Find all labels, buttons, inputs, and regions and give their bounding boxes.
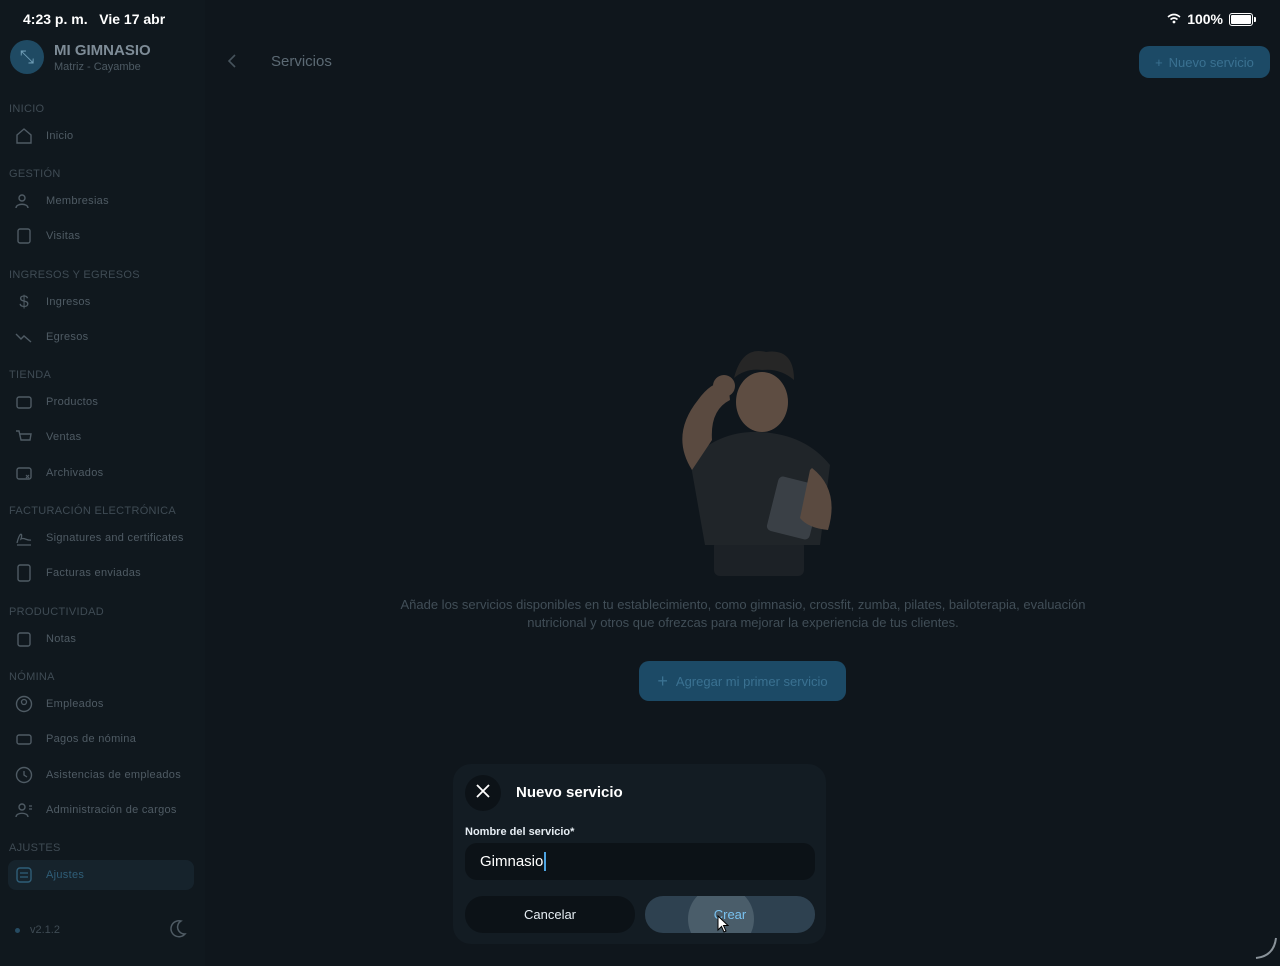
store-icon bbox=[14, 392, 34, 412]
archive-icon bbox=[14, 463, 34, 483]
signature-icon bbox=[14, 528, 34, 548]
create-button[interactable]: Crear bbox=[645, 896, 815, 933]
sidebar-item-signatures[interactable]: Signatures and certificates bbox=[8, 523, 194, 553]
close-button[interactable] bbox=[465, 775, 501, 811]
sidebar-item-label: Visitas bbox=[46, 230, 81, 242]
sidebar-item-empleados[interactable]: Empleados bbox=[8, 689, 194, 719]
section-tienda: TIENDA bbox=[9, 369, 52, 381]
clock-icon bbox=[14, 765, 34, 785]
resize-handle-icon bbox=[1254, 936, 1278, 965]
section-nomina: NÓMINA bbox=[9, 671, 55, 683]
payroll-icon bbox=[14, 729, 34, 749]
sidebar-item-label: Asistencias de empleados bbox=[46, 769, 181, 781]
status-time: 4:23 p. m. Vie 17 abr bbox=[23, 11, 165, 27]
plus-icon: + bbox=[1155, 54, 1163, 70]
service-name-value: Gimnasio bbox=[480, 853, 544, 870]
users-icon bbox=[14, 191, 34, 211]
section-facturacion: FACTURACIÓN ELECTRÓNICA bbox=[9, 505, 177, 517]
sidebar-item-label: Archivados bbox=[46, 467, 104, 479]
sidebar-item-cargos[interactable]: Administración de cargos bbox=[8, 795, 194, 825]
sidebar-item-facturas[interactable]: Facturas enviadas bbox=[8, 558, 194, 588]
home-icon bbox=[14, 126, 34, 146]
sidebar: ⤡ MI GIMNASIO Matriz - Cayambe INICIO In… bbox=[0, 0, 205, 966]
sidebar-item-label: Membresias bbox=[46, 195, 109, 207]
back-icon[interactable] bbox=[224, 52, 242, 75]
add-first-service-label: Agregar mi primer servicio bbox=[675, 673, 828, 689]
sidebar-item-inicio[interactable]: Inicio bbox=[8, 121, 194, 151]
section-ajustes: AJUSTES bbox=[9, 842, 61, 854]
brand-subtitle: Matriz - Cayambe bbox=[54, 60, 141, 73]
sidebar-item-label: Ventas bbox=[46, 431, 82, 443]
mouse-pointer-icon bbox=[717, 914, 730, 938]
section-productividad: PRODUCTIVIDAD bbox=[9, 606, 104, 618]
invoice-icon bbox=[14, 563, 34, 583]
close-icon bbox=[475, 783, 491, 804]
sidebar-item-membresias[interactable]: Membresias bbox=[8, 186, 194, 216]
section-inicio: INICIO bbox=[9, 103, 45, 115]
add-first-service-button[interactable]: + Agregar mi primer servicio bbox=[639, 661, 846, 701]
brand-name: MI GIMNASIO bbox=[54, 41, 151, 59]
visits-icon bbox=[14, 226, 34, 246]
trend-down-icon bbox=[14, 327, 34, 347]
sidebar-item-archivados[interactable]: Archivados bbox=[8, 458, 194, 488]
service-name-label: Nombre del servicio* bbox=[465, 826, 575, 838]
plus-icon: + bbox=[657, 670, 668, 691]
app-version: v2.1.2 bbox=[15, 924, 60, 936]
sidebar-item-label: Ajustes bbox=[46, 869, 85, 881]
battery-percentage: 100% bbox=[1187, 11, 1223, 27]
status-right: 100% bbox=[1167, 11, 1256, 27]
user-circle-icon bbox=[14, 694, 34, 714]
battery-cap bbox=[1254, 16, 1256, 22]
page-title: Servicios bbox=[271, 53, 332, 70]
version-label: v2.1.2 bbox=[30, 924, 60, 936]
sidebar-item-label: Signatures and certificates bbox=[46, 532, 184, 544]
cart-icon bbox=[14, 427, 34, 447]
sidebar-item-ajustes[interactable]: Ajustes bbox=[8, 860, 194, 890]
sidebar-item-label: Inicio bbox=[46, 130, 74, 142]
sidebar-item-notas[interactable]: Notas bbox=[8, 624, 194, 654]
gym-mascot-illustration bbox=[650, 340, 850, 585]
status-dot bbox=[15, 927, 20, 933]
service-name-input[interactable]: Gimnasio bbox=[465, 843, 815, 880]
sidebar-item-visitas[interactable]: Visitas bbox=[8, 221, 194, 251]
moon-icon[interactable] bbox=[166, 918, 188, 945]
empty-state-description: Añade los servicios disponibles en tu es… bbox=[400, 597, 1086, 630]
notes-icon bbox=[14, 629, 34, 649]
sidebar-item-label: Ingresos bbox=[46, 296, 91, 308]
status-bar: 4:23 p. m. Vie 17 abr 100% bbox=[0, 0, 1280, 36]
section-ingresos-egresos: INGRESOS Y EGRESOS bbox=[9, 269, 140, 281]
dollar-icon: $ bbox=[19, 292, 29, 311]
brand[interactable]: ⤡ MI GIMNASIO Matriz - Cayambe bbox=[10, 40, 151, 74]
cancel-button[interactable]: Cancelar bbox=[465, 896, 635, 933]
wifi-icon bbox=[1167, 11, 1181, 27]
sidebar-item-label: Administración de cargos bbox=[46, 804, 177, 816]
section-gestion: GESTIÓN bbox=[9, 168, 61, 180]
battery-icon bbox=[1229, 12, 1253, 26]
sidebar-item-ingresos[interactable]: $ Ingresos bbox=[8, 287, 194, 317]
sidebar-item-label: Pagos de nómina bbox=[46, 733, 137, 745]
status-date-text: Vie 17 abr bbox=[99, 11, 166, 27]
dumbbell-icon: ⤡ bbox=[10, 40, 44, 74]
sidebar-item-productos[interactable]: Productos bbox=[8, 387, 194, 417]
sidebar-item-ventas[interactable]: Ventas bbox=[8, 422, 194, 452]
sidebar-item-label: Empleados bbox=[46, 698, 104, 710]
sidebar-item-pagos-nomina[interactable]: Pagos de nómina bbox=[8, 724, 194, 754]
status-time-text: 4:23 p. m. bbox=[23, 11, 88, 27]
dialog-title: Nuevo servicio bbox=[516, 784, 623, 801]
settings-icon bbox=[14, 865, 34, 885]
new-service-label: Nuevo servicio bbox=[1168, 54, 1254, 70]
sidebar-item-label: Notas bbox=[46, 633, 77, 645]
sidebar-item-asistencias[interactable]: Asistencias de empleados bbox=[8, 760, 194, 790]
sidebar-item-label: Facturas enviadas bbox=[46, 567, 141, 579]
text-caret bbox=[544, 852, 547, 871]
new-service-button[interactable]: + Nuevo servicio bbox=[1139, 46, 1270, 78]
sidebar-item-egresos[interactable]: Egresos bbox=[8, 322, 194, 352]
user-roles-icon bbox=[14, 800, 34, 820]
sidebar-item-label: Egresos bbox=[46, 331, 89, 343]
sidebar-item-label: Productos bbox=[46, 396, 99, 408]
